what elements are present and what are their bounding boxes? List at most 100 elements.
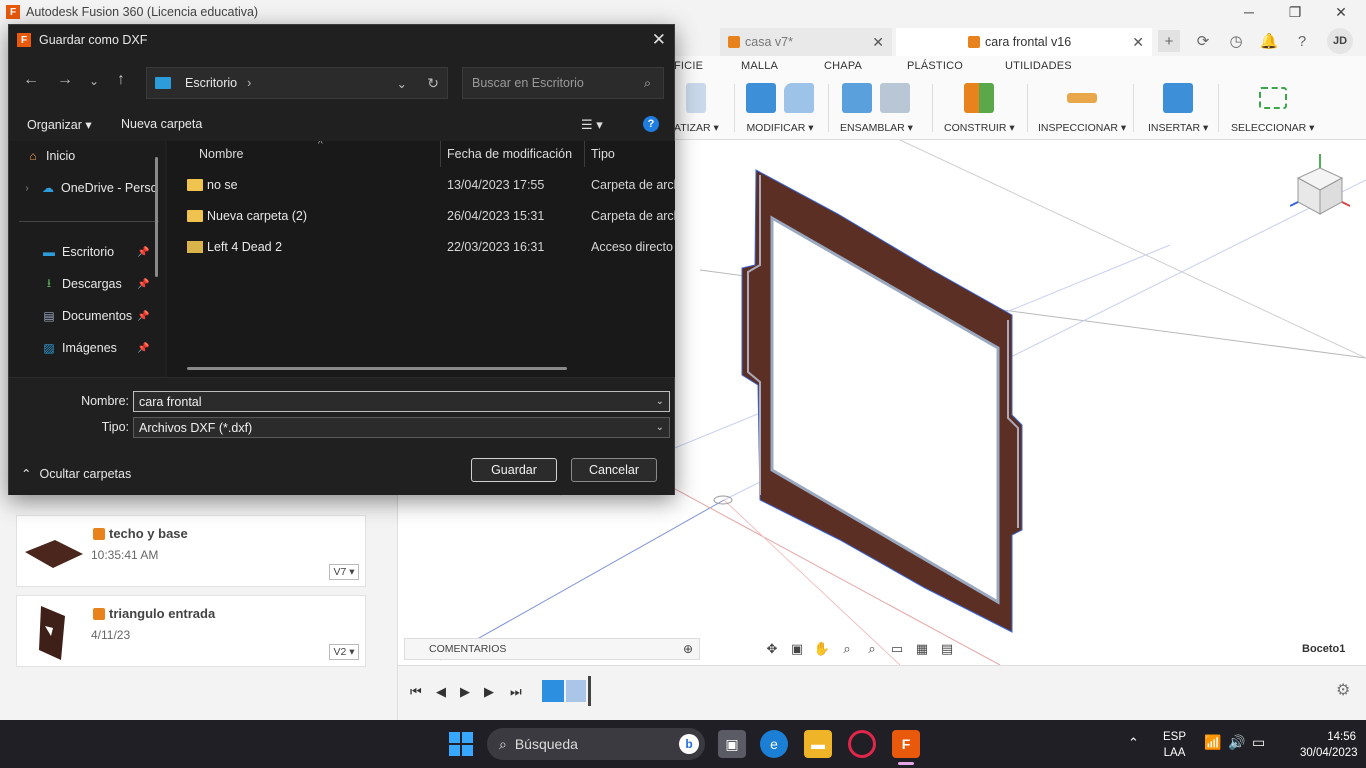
organize-button[interactable]: Organizar ▾ (27, 117, 92, 132)
new-folder-button[interactable]: Nueva carpeta (121, 117, 202, 131)
help-icon[interactable]: ? (1291, 30, 1313, 52)
breadcrumb-escritorio[interactable]: Escritorio (185, 76, 237, 90)
design-card-triangulo-entrada[interactable]: triangulo entrada 4/11/23 V2 ▾ (16, 595, 366, 667)
timeline-prev-icon[interactable]: ◀ (436, 684, 446, 700)
system-clock[interactable]: 14:56 30/04/2023 (1300, 729, 1358, 761)
pan-icon[interactable]: ✋ (812, 641, 832, 657)
opera-icon[interactable] (848, 730, 876, 758)
address-bar[interactable]: Escritorio › ⌄ ↻ (146, 67, 448, 99)
add-comment-icon[interactable]: ⊕ (683, 642, 693, 656)
new-tab-icon[interactable]: + (1158, 30, 1180, 52)
nav-item-escritorio[interactable]: ▬ Escritorio 📌 (41, 239, 165, 265)
back-arrow-icon[interactable]: ← (23, 71, 39, 89)
version-badge[interactable]: V2 ▾ (329, 644, 359, 660)
viewcube[interactable] (1290, 150, 1350, 220)
filetype-dropdown-icon[interactable]: ⌄ (656, 422, 664, 433)
timeline-sketch-icon[interactable] (542, 680, 564, 702)
ribbon-tab-superficie[interactable]: FICIE (674, 60, 703, 72)
chevron-up-icon[interactable]: ⌃ (1128, 735, 1139, 751)
restore-icon[interactable]: ❐ (1272, 0, 1318, 24)
help-icon[interactable]: ? (643, 116, 659, 132)
column-header-nombre[interactable]: Nombre (199, 147, 243, 161)
fusion360-taskbar-icon[interactable]: F (892, 730, 920, 758)
edge-icon[interactable]: e (760, 730, 788, 758)
volume-icon[interactable]: 🔊 (1228, 734, 1245, 751)
close-tab-icon[interactable]: ✕ (1132, 34, 1144, 51)
timeline-feature-icon[interactable] (566, 680, 586, 702)
file-row[interactable]: Nueva carpeta (2) 26/04/2023 15:31 Carpe… (167, 202, 675, 232)
timeline-first-icon[interactable]: ⏮ (410, 684, 422, 700)
input-language[interactable]: ESP LAA (1163, 729, 1186, 761)
recent-locations-chevron-icon[interactable]: ⌄ (89, 74, 99, 88)
hide-folders-toggle[interactable]: ⌃ Ocultar carpetas (21, 466, 131, 482)
dialog-close-icon[interactable]: ✕ (652, 30, 666, 50)
timeline-play-icon[interactable]: ▶ (460, 684, 470, 700)
ribbon-group-insertar[interactable]: INSERTAR ▾ (1148, 80, 1208, 134)
nav-item-imagenes[interactable]: ▨ Imágenes 📌 (41, 335, 165, 361)
orbit-icon[interactable]: ✥ (762, 641, 782, 657)
ribbon-group-seleccionar[interactable]: SELECCIONAR ▾ (1231, 80, 1314, 134)
extensions-icon[interactable]: ⟳ (1192, 30, 1214, 52)
save-button[interactable]: Guardar (471, 458, 557, 482)
filename-dropdown-icon[interactable]: ⌄ (656, 396, 664, 407)
up-arrow-icon[interactable]: ↑ (117, 71, 125, 89)
ribbon-group-modificar[interactable]: MODIFICAR ▾ (746, 80, 814, 134)
horizontal-scrollbar[interactable] (187, 367, 567, 370)
ribbon-tab-plastico[interactable]: PLÁSTICO (907, 60, 963, 72)
comments-panel[interactable]: COMENTARIOS ⊕ (404, 638, 700, 660)
minimize-icon[interactable]: ─ (1226, 0, 1272, 24)
zoom-icon[interactable]: ⌕ (837, 641, 857, 657)
design-card-techo-y-base[interactable]: techo y base 10:35:41 AM V7 ▾ (16, 515, 366, 587)
file-row[interactable]: Left 4 Dead 2 22/03/2023 16:31 Acceso di… (167, 233, 675, 263)
ribbon-group-ensamblar[interactable]: ENSAMBLAR ▾ (840, 80, 913, 134)
timeline-next-icon[interactable]: ▶ (484, 684, 494, 700)
column-header-tipo[interactable]: Tipo (591, 147, 615, 161)
nav-pane-scrollbar[interactable] (155, 157, 158, 277)
forward-arrow-icon[interactable]: → (57, 71, 73, 89)
column-header-fecha[interactable]: Fecha de modificación (447, 147, 572, 161)
settings-gear-icon[interactable]: ⚙ (1336, 680, 1350, 700)
ribbon-tab-chapa[interactable]: CHAPA (824, 60, 862, 72)
viewports-icon[interactable]: ▤ (937, 641, 957, 657)
notifications-icon[interactable]: 🔔 (1258, 30, 1280, 52)
fit-icon[interactable]: ⌕ (862, 641, 882, 657)
nav-item-inicio[interactable]: ⌂ Inicio (25, 143, 165, 169)
timeline-last-icon[interactable]: ⏭ (510, 684, 522, 700)
cancel-button[interactable]: Cancelar (571, 458, 657, 482)
ribbon-group-construir[interactable]: CONSTRUIR ▾ (944, 80, 1015, 134)
nav-item-onedrive[interactable]: › ☁ OneDrive - Perso (19, 175, 165, 201)
nav-item-descargas[interactable]: ⭳ Descargas 📌 (41, 271, 165, 297)
breadcrumb-separator[interactable]: › (247, 76, 251, 90)
document-tab-cara-frontal[interactable]: cara frontal v16 ✕ (896, 28, 1152, 56)
filetype-select[interactable]: Archivos DXF (*.dxf) ⌄ (133, 417, 670, 438)
battery-icon[interactable]: ▭ (1252, 734, 1265, 751)
taskbar-search[interactable]: ⌕ Búsqueda b (487, 728, 705, 760)
address-dropdown-icon[interactable]: ⌄ (397, 76, 407, 91)
job-status-icon[interactable]: ◷ (1225, 30, 1247, 52)
refresh-icon[interactable]: ↻ (427, 75, 439, 92)
grid-icon[interactable]: ▦ (912, 641, 932, 657)
close-tab-icon[interactable]: ✕ (872, 34, 884, 51)
task-view-icon[interactable]: ▣ (718, 730, 746, 758)
ribbon-tab-malla[interactable]: MALLA (741, 60, 778, 72)
nav-item-documentos[interactable]: ▤ Documentos 📌 (41, 303, 165, 329)
timeline-marker[interactable] (588, 676, 591, 706)
bing-icon[interactable]: b (679, 734, 699, 754)
display-settings-icon[interactable]: ▭ (887, 641, 907, 657)
expand-chevron-icon[interactable]: › (19, 180, 35, 196)
filename-input[interactable]: cara frontal ⌄ (133, 391, 670, 412)
start-windows-icon[interactable] (449, 732, 473, 756)
file-explorer-icon[interactable]: ▬ (804, 730, 832, 758)
search-input[interactable]: Buscar en Escritorio ⌕ (462, 67, 664, 99)
ribbon-group-inspeccionar[interactable]: INSPECCIONAR ▾ (1038, 80, 1126, 134)
ribbon-group-automatizar[interactable]: ATIZAR ▾ (674, 80, 719, 134)
look-at-icon[interactable]: ▣ (787, 641, 807, 657)
view-options-icon[interactable]: ☰ ▾ (581, 117, 603, 133)
ribbon-tab-utilidades[interactable]: UTILIDADES (1005, 60, 1072, 72)
version-badge[interactable]: V7 ▾ (329, 564, 359, 580)
file-row[interactable]: no se 13/04/2023 17:55 Carpeta de archi (167, 171, 675, 201)
wifi-icon[interactable]: 📶 (1204, 734, 1221, 751)
user-avatar[interactable]: JD (1327, 28, 1353, 54)
document-tab-casa[interactable]: casa v7* ✕ (720, 28, 892, 56)
close-icon[interactable]: ✕ (1318, 0, 1364, 24)
